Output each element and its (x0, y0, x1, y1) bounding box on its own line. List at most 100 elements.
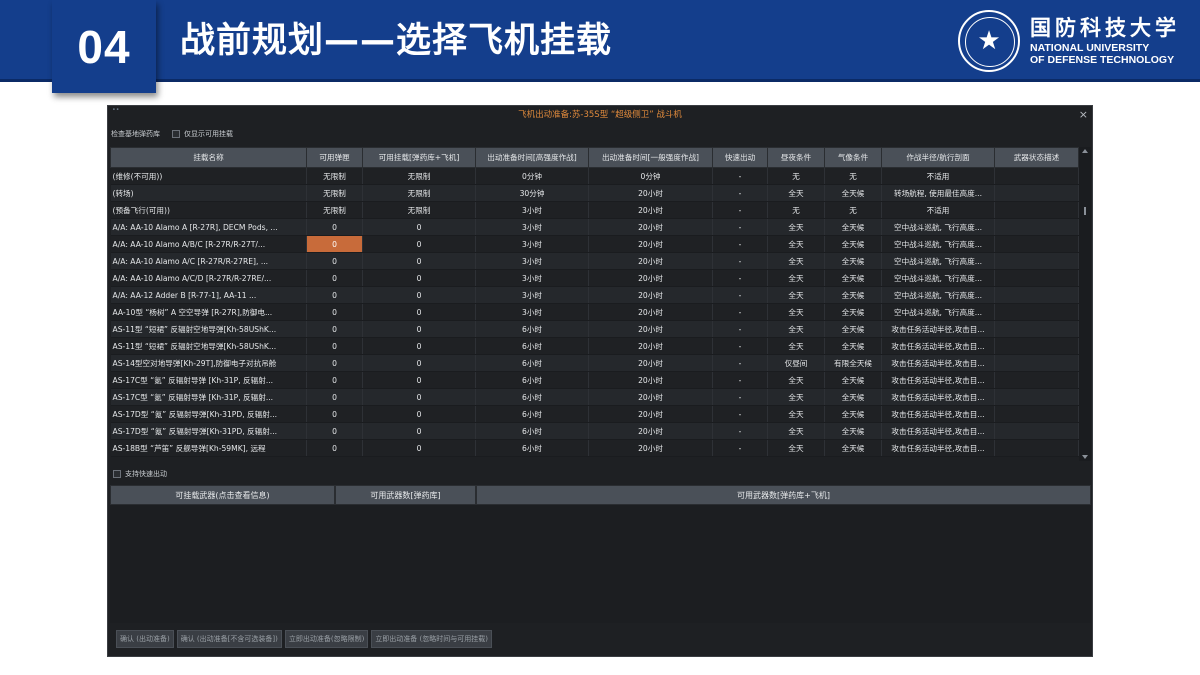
table-cell[interactable]: 全天 (767, 184, 825, 202)
table-cell[interactable]: 0 (306, 303, 363, 321)
column-header-4[interactable]: 出动准备时间[一般强度作战] (588, 147, 713, 168)
table-row[interactable]: AS-18B型 “芦笛” 反舰导弹[Kh-59MK], 远程 0 0 6小时 20小时 -… (110, 439, 1079, 457)
ready-now-ignore-time-button[interactable]: 立即出动准备 (忽略时间与可用挂载) (371, 630, 492, 648)
table-cell[interactable] (994, 388, 1079, 406)
table-cell[interactable]: 3小时 (475, 269, 589, 287)
loadout-name-cell[interactable]: AS-18B型 “芦笛” 反舰导弹[Kh-59MK], 远程 (110, 439, 307, 457)
table-cell[interactable]: 20小时 (588, 354, 713, 372)
table-row[interactable]: A/A: AA-12 Adder B [R-77-1], AA-11 ... 0 0… (110, 286, 1079, 304)
table-cell[interactable]: - (712, 388, 768, 406)
table-cell[interactable]: 全天候 (824, 320, 882, 338)
table-cell[interactable]: 20小时 (588, 201, 713, 219)
table-row[interactable]: A/A: AA-10 Alamo A/C/D [R-27R/R-27RE/...… (110, 269, 1079, 287)
check-magazine-label[interactable]: 检查基地弹药库 (111, 129, 160, 139)
table-cell[interactable]: 0分钟 (588, 167, 713, 185)
weapons-col-magazine[interactable]: 可用武器数[弹药库] (335, 485, 476, 505)
table-cell[interactable]: 攻击任务活动半径,攻击目... (881, 320, 995, 338)
column-header-1[interactable]: 可用弹匣 (306, 147, 363, 168)
table-cell[interactable]: 0 (306, 354, 363, 372)
table-cell[interactable]: 全天 (767, 371, 825, 389)
loadout-name-cell[interactable]: AS-17D型 “氪” 反辐射导弹[Kh-31PD, 反辐射... (110, 422, 307, 440)
table-cell[interactable]: 转场航程, 使用最佳高度... (881, 184, 995, 202)
scroll-down-icon[interactable] (1082, 455, 1088, 459)
table-cell[interactable]: 无 (767, 201, 825, 219)
table-row[interactable]: A/A: AA-10 Alamo A [R-27R], DECM Pods, .… (110, 218, 1079, 236)
table-cell[interactable]: 0 (306, 269, 363, 287)
table-cell[interactable]: 无限制 (362, 184, 476, 202)
table-cell[interactable] (994, 235, 1079, 253)
table-cell[interactable]: 全天候 (824, 422, 882, 440)
table-cell[interactable]: 全天候 (824, 371, 882, 389)
scroll-up-icon[interactable] (1082, 149, 1088, 153)
table-row[interactable]: (维修(不可用)) 无限制 无限制 0分钟 0分钟 - 无无不适用 (110, 167, 1079, 185)
table-cell[interactable]: - (712, 235, 768, 253)
table-cell[interactable]: 有限全天候 (824, 354, 882, 372)
table-cell[interactable]: 空中战斗巡航, 飞行高度... (881, 252, 995, 270)
table-cell[interactable] (994, 371, 1079, 389)
table-cell[interactable]: 全天候 (824, 252, 882, 270)
table-cell[interactable]: - (712, 439, 768, 457)
table-cell[interactable]: 不适用 (881, 201, 995, 219)
table-cell[interactable]: 空中战斗巡航, 飞行高度... (881, 303, 995, 321)
table-row[interactable]: AS-17C型 “氪” 反辐射导弹 [Kh-31P, 反辐射... 0 0 6小时 20… (110, 371, 1079, 389)
table-cell[interactable]: 6小时 (475, 422, 589, 440)
table-cell[interactable]: 6小时 (475, 405, 589, 423)
table-cell[interactable]: 3小时 (475, 303, 589, 321)
table-cell[interactable] (994, 218, 1079, 236)
table-cell[interactable]: 全天候 (824, 388, 882, 406)
table-cell[interactable]: 0 (306, 320, 363, 338)
table-cell[interactable]: 攻击任务活动半径,攻击目... (881, 371, 995, 389)
table-cell[interactable] (994, 337, 1079, 355)
table-cell[interactable]: 全天 (767, 388, 825, 406)
table-cell[interactable]: 0 (306, 439, 363, 457)
table-cell[interactable]: 全天 (767, 320, 825, 338)
confirm-ready-button[interactable]: 确认 (出动准备) (116, 630, 174, 648)
table-cell[interactable]: 0 (362, 354, 476, 372)
table-cell[interactable]: - (712, 354, 768, 372)
table-cell[interactable]: 0 (362, 218, 476, 236)
table-row[interactable]: A/A: AA-10 Alamo A/B/C [R-27R/R-27T/... 0… (110, 235, 1079, 253)
table-cell[interactable]: 无限制 (362, 167, 476, 185)
table-cell[interactable] (994, 252, 1079, 270)
table-cell[interactable]: 攻击任务活动半径,攻击目... (881, 337, 995, 355)
table-cell[interactable]: 3小时 (475, 286, 589, 304)
column-header-9[interactable]: 武器状态描述 (994, 147, 1079, 168)
table-cell[interactable]: 空中战斗巡航, 飞行高度... (881, 218, 995, 236)
table-cell[interactable]: 空中战斗巡航, 飞行高度... (881, 269, 995, 287)
table-cell[interactable]: 全天候 (824, 286, 882, 304)
table-row[interactable]: (转场) 无限制 无限制 30分钟 20小时 - 全天 全天候 转场航程, 使用最佳高度... (110, 184, 1079, 202)
table-cell[interactable]: 0 (306, 388, 363, 406)
table-cell[interactable]: 0 (362, 286, 476, 304)
table-cell[interactable]: 3小时 (475, 201, 589, 219)
column-header-5[interactable]: 快速出动 (712, 147, 768, 168)
table-cell[interactable]: 全天 (767, 422, 825, 440)
table-cell[interactable]: - (712, 371, 768, 389)
table-cell[interactable]: 0 (306, 405, 363, 423)
loadout-name-cell[interactable]: AA-10型 “杨树” A 空空导弹 [R-27R],防御电... (110, 303, 307, 321)
table-row[interactable]: AA-10型 “杨树” A 空空导弹 [R-27R],防御电... 0 0 3小时 20… (110, 303, 1079, 321)
table-cell[interactable]: 0 (306, 337, 363, 355)
table-cell[interactable] (994, 286, 1079, 304)
table-cell[interactable]: 20小时 (588, 388, 713, 406)
table-cell[interactable]: 仅昼间 (767, 354, 825, 372)
table-cell[interactable]: 0 (306, 252, 363, 270)
weapons-col-total[interactable]: 可用武器数[弹药库+飞机] (476, 485, 1091, 505)
loadout-name-cell[interactable]: AS-17C型 “氪” 反辐射导弹 [Kh-31P, 反辐射... (110, 388, 307, 406)
loadout-name-cell[interactable]: AS-11型 “短裙” 反辐射空地导弹[Kh-58UShK... (110, 337, 307, 355)
table-cell[interactable]: 0 (362, 422, 476, 440)
quick-launch-checkbox[interactable] (113, 470, 121, 478)
table-cell[interactable]: 攻击任务活动半径,攻击目... (881, 422, 995, 440)
table-cell[interactable]: 全天候 (824, 405, 882, 423)
table-cell[interactable]: 20小时 (588, 439, 713, 457)
table-cell[interactable]: 0 (362, 269, 476, 287)
table-cell[interactable]: - (712, 286, 768, 304)
table-cell[interactable]: 空中战斗巡航, 飞行高度... (881, 235, 995, 253)
table-cell[interactable]: 0 (362, 439, 476, 457)
loadout-name-cell[interactable]: A/A: AA-10 Alamo A/C [R-27R/R-27RE], ... (110, 252, 307, 270)
table-cell[interactable]: - (712, 252, 768, 270)
table-cell[interactable]: 全天 (767, 439, 825, 457)
table-cell[interactable] (994, 405, 1079, 423)
table-scrollbar[interactable] (1079, 147, 1091, 461)
table-cell[interactable]: - (712, 201, 768, 219)
table-cell[interactable]: 攻击任务活动半径,攻击目... (881, 388, 995, 406)
